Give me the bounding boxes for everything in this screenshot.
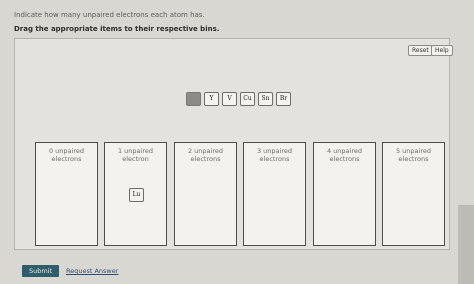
tile-br[interactable]: Br bbox=[276, 92, 291, 106]
bin-label: 5 unpaired electrons bbox=[395, 147, 431, 163]
request-answer-link[interactable]: Request Answer bbox=[66, 267, 118, 275]
bin-4-unpaired[interactable]: 4 unpaired electrons bbox=[313, 142, 376, 246]
bin-5-unpaired[interactable]: 5 unpaired electrons bbox=[382, 142, 445, 246]
bin-label: 0 unpaired electrons bbox=[48, 147, 84, 163]
bin-label: 1 unpaired electron bbox=[117, 147, 153, 163]
bin-0-unpaired[interactable]: 0 unpaired electrons bbox=[35, 142, 98, 246]
tile-sn[interactable]: Sn bbox=[258, 92, 273, 106]
bin-label: 3 unpaired electrons bbox=[256, 147, 292, 163]
submit-button[interactable]: Submit bbox=[22, 265, 59, 277]
tile-v[interactable]: V bbox=[222, 92, 237, 106]
bin-label: 2 unpaired electrons bbox=[187, 147, 223, 163]
tile-cu[interactable]: Cu bbox=[240, 92, 255, 106]
empty-tile-slot bbox=[186, 92, 201, 106]
help-button[interactable]: Help bbox=[431, 45, 453, 56]
bin-3-unpaired[interactable]: 3 unpaired electrons bbox=[243, 142, 306, 246]
bin-2-unpaired[interactable]: 2 unpaired electrons bbox=[174, 142, 237, 246]
item-tray: Y V Cu Sn Br bbox=[186, 92, 291, 107]
question-prompt: Indicate how many unpaired electrons eac… bbox=[14, 11, 205, 19]
bin-label: 4 unpaired electrons bbox=[326, 147, 362, 163]
tile-lu[interactable]: Lu bbox=[129, 188, 144, 202]
bin-1-unpaired[interactable]: 1 unpaired electron Lu bbox=[104, 142, 167, 246]
scrollbar[interactable] bbox=[458, 205, 474, 284]
tile-y[interactable]: Y bbox=[204, 92, 219, 106]
reset-button[interactable]: Reset bbox=[408, 45, 433, 56]
drag-instruction: Drag the appropriate items to their resp… bbox=[14, 25, 220, 33]
